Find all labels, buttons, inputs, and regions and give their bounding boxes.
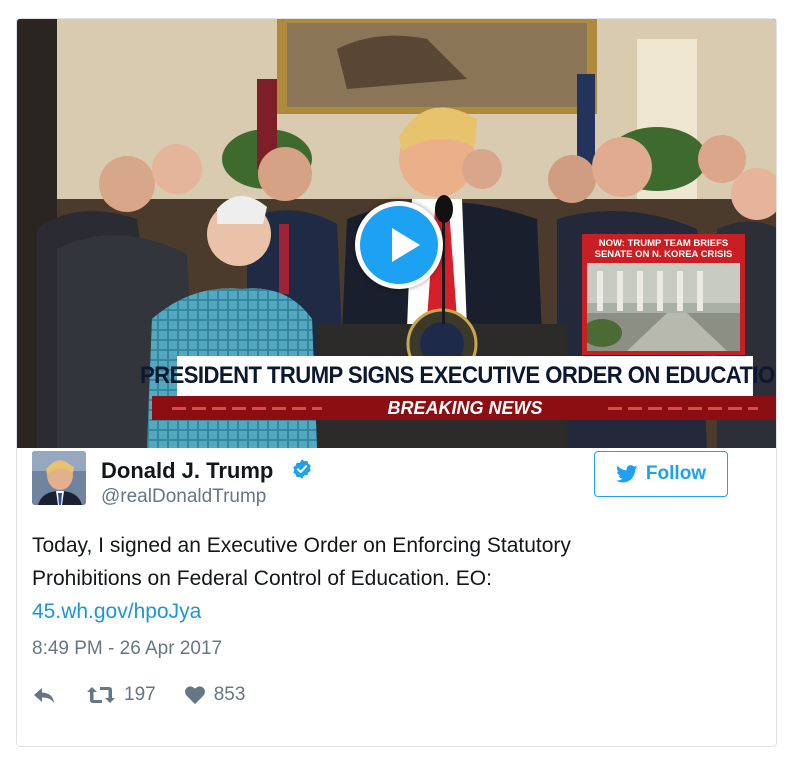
news-inset: NOW: TRUMP TEAM BRIEFS SENATE ON N. KORE…: [582, 234, 745, 355]
tweet-actions: 197 853: [32, 680, 245, 710]
heart-icon: [184, 686, 205, 705]
news-chyron: PRESIDENT TRUMP SIGNS EXECUTIVE ORDER ON…: [140, 356, 776, 420]
author-handle[interactable]: @realDonaldTrump: [101, 486, 266, 508]
chyron-dash-left: [172, 407, 322, 410]
reply-icon: [34, 688, 54, 703]
like-button[interactable]: 853: [184, 684, 246, 706]
inset-image: [587, 263, 740, 351]
reply-button[interactable]: [32, 685, 56, 705]
retweet-button[interactable]: 197: [86, 684, 156, 706]
inset-headline: NOW: TRUMP TEAM BRIEFS SENATE ON N. KORE…: [584, 236, 743, 260]
tweet-link[interactable]: 45.wh.gov/hpoJya: [32, 600, 201, 623]
retweet-icon: [87, 687, 115, 703]
inset-line-1: NOW: TRUMP TEAM BRIEFS: [598, 238, 729, 249]
follow-button[interactable]: Follow: [594, 451, 728, 497]
chyron-headline: PRESIDENT TRUMP SIGNS EXECUTIVE ORDER ON…: [140, 356, 776, 396]
chyron-dash-right: [608, 407, 758, 410]
avatar[interactable]: [32, 451, 86, 505]
tweet-text-line-2: Prohibitions on Federal Control of Educa…: [32, 567, 492, 590]
follow-label: Follow: [645, 463, 707, 484]
twitter-bird-icon: [616, 465, 638, 483]
tweet-text-line-1: Today, I signed an Executive Order on En…: [32, 534, 571, 557]
chyron-breaking-label: BREAKING NEWS: [387, 397, 543, 418]
video-player[interactable]: NOW: TRUMP TEAM BRIEFS SENATE ON N. KORE…: [17, 19, 776, 448]
play-icon[interactable]: [355, 201, 443, 289]
like-count: 853: [213, 684, 246, 705]
chyron-breaking-bar: BREAKING NEWS: [152, 396, 776, 420]
tweet-text: Today, I signed an Executive Order on En…: [32, 529, 732, 628]
tweet-timestamp[interactable]: 8:49 PM - 26 Apr 2017: [32, 638, 222, 660]
inset-line-2: SENATE ON N. KOREA CRISIS: [594, 249, 733, 260]
author-name[interactable]: Donald J. Trump: [101, 458, 273, 484]
retweet-count: 197: [124, 684, 156, 705]
verified-badge-icon: [293, 459, 311, 479]
